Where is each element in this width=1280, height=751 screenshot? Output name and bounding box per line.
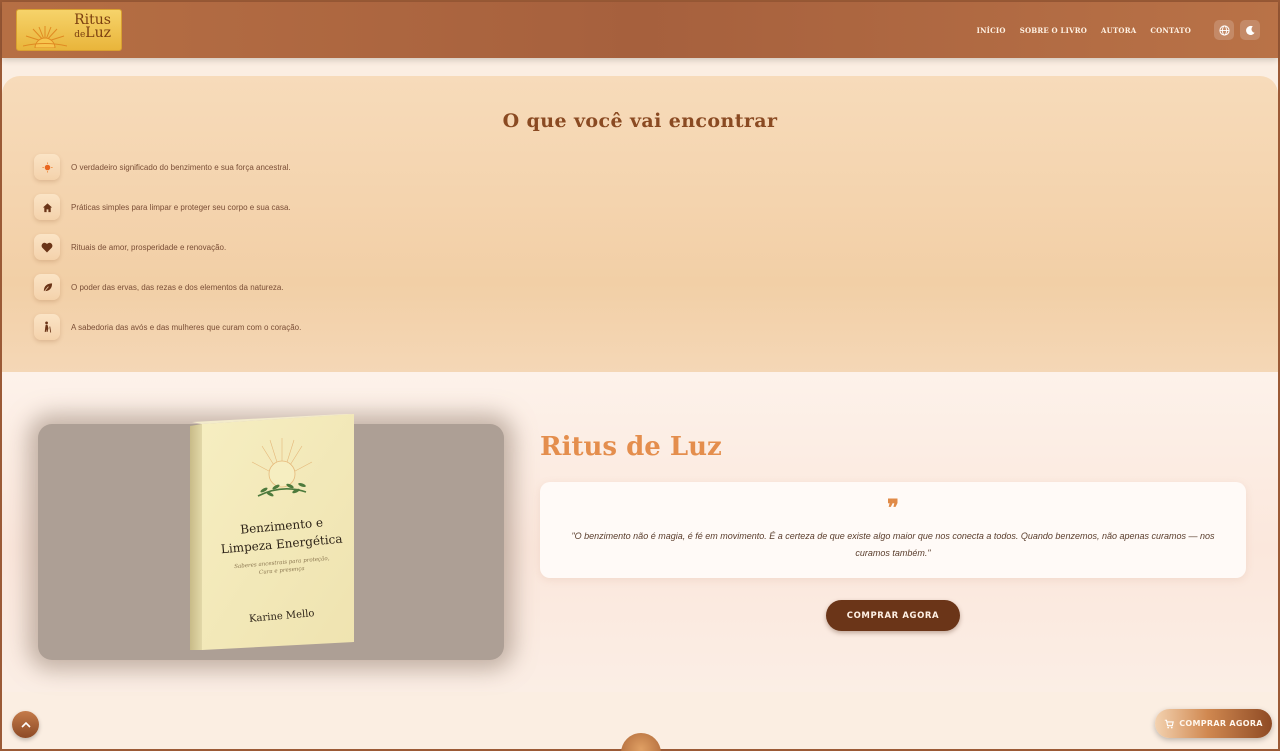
nav-link-sobre-o-livro[interactable]: SOBRE O LIVRO <box>1013 26 1094 35</box>
buy-now-button[interactable]: COMPRAR AGORA <box>826 600 960 631</box>
heart-icon <box>34 234 60 260</box>
feature-text: Rituais de amor, prosperidade e renovaçã… <box>71 242 227 252</box>
navbar: Ritus deLuz INÍCIO SOBRE O LIVRO AUTORA … <box>2 2 1278 58</box>
feature-item: O verdadeiro significado do benzimento e… <box>34 154 291 180</box>
cart-icon <box>1165 719 1175 728</box>
globe-icon <box>1218 24 1230 36</box>
nav-link-contato[interactable]: CONTATO <box>1143 26 1198 35</box>
book-cover-image: Benzimento e Limpeza Energética Saberes … <box>190 414 354 650</box>
feature-item: A sabedoria das avós e das mulheres que … <box>34 314 301 340</box>
theme-toggle-button[interactable] <box>1240 20 1260 40</box>
elder-icon <box>34 314 60 340</box>
features-section: O que você vai encontrar O verdadeiro si… <box>2 76 1278 372</box>
logo-line-2: Luz <box>85 25 111 41</box>
chevron-up-icon <box>20 721 31 728</box>
feature-text: O verdadeiro significado do benzimento e… <box>71 162 291 172</box>
bottom-emblem-icon <box>621 733 661 751</box>
quote-card: ❞ "O benzimento não é magia, é fé em mov… <box>540 482 1246 578</box>
product-title: Ritus de Luz <box>540 432 722 462</box>
feature-text: Práticas simples para limpar e proteger … <box>71 202 291 212</box>
logo-line-2-prefix: de <box>74 30 86 40</box>
sunrise-logo-icon <box>23 26 67 48</box>
scroll-to-top-button[interactable] <box>12 711 39 738</box>
leaf-icon <box>34 274 60 300</box>
feature-item: Rituais de amor, prosperidade e renovaçã… <box>34 234 226 260</box>
nav-links: INÍCIO SOBRE O LIVRO AUTORA CONTATO <box>970 26 1198 35</box>
features-title: O que você vai encontrar <box>502 110 778 132</box>
nav-link-inicio[interactable]: INÍCIO <box>970 26 1013 35</box>
feature-text: O poder das ervas, das rezas e dos eleme… <box>71 282 284 292</box>
brand-logo[interactable]: Ritus deLuz <box>16 9 122 51</box>
quote-icon: ❞ <box>887 495 899 521</box>
home-icon <box>34 194 60 220</box>
sun-icon <box>34 154 60 180</box>
floating-buy-label: COMPRAR AGORA <box>1179 719 1263 728</box>
feature-text: A sabedoria das avós e das mulheres que … <box>71 322 302 332</box>
feature-item: O poder das ervas, das rezas e dos eleme… <box>34 274 284 300</box>
moon-icon <box>1245 25 1255 35</box>
floating-buy-button[interactable]: COMPRAR AGORA <box>1155 709 1272 738</box>
feature-item: Práticas simples para limpar e proteger … <box>34 194 291 220</box>
quote-text: "O benzimento não é magia, é fé em movim… <box>571 531 1215 558</box>
nav-link-autora[interactable]: AUTORA <box>1094 26 1143 35</box>
language-button[interactable] <box>1214 20 1234 40</box>
product-section: Benzimento e Limpeza Energética Saberes … <box>2 372 1278 692</box>
